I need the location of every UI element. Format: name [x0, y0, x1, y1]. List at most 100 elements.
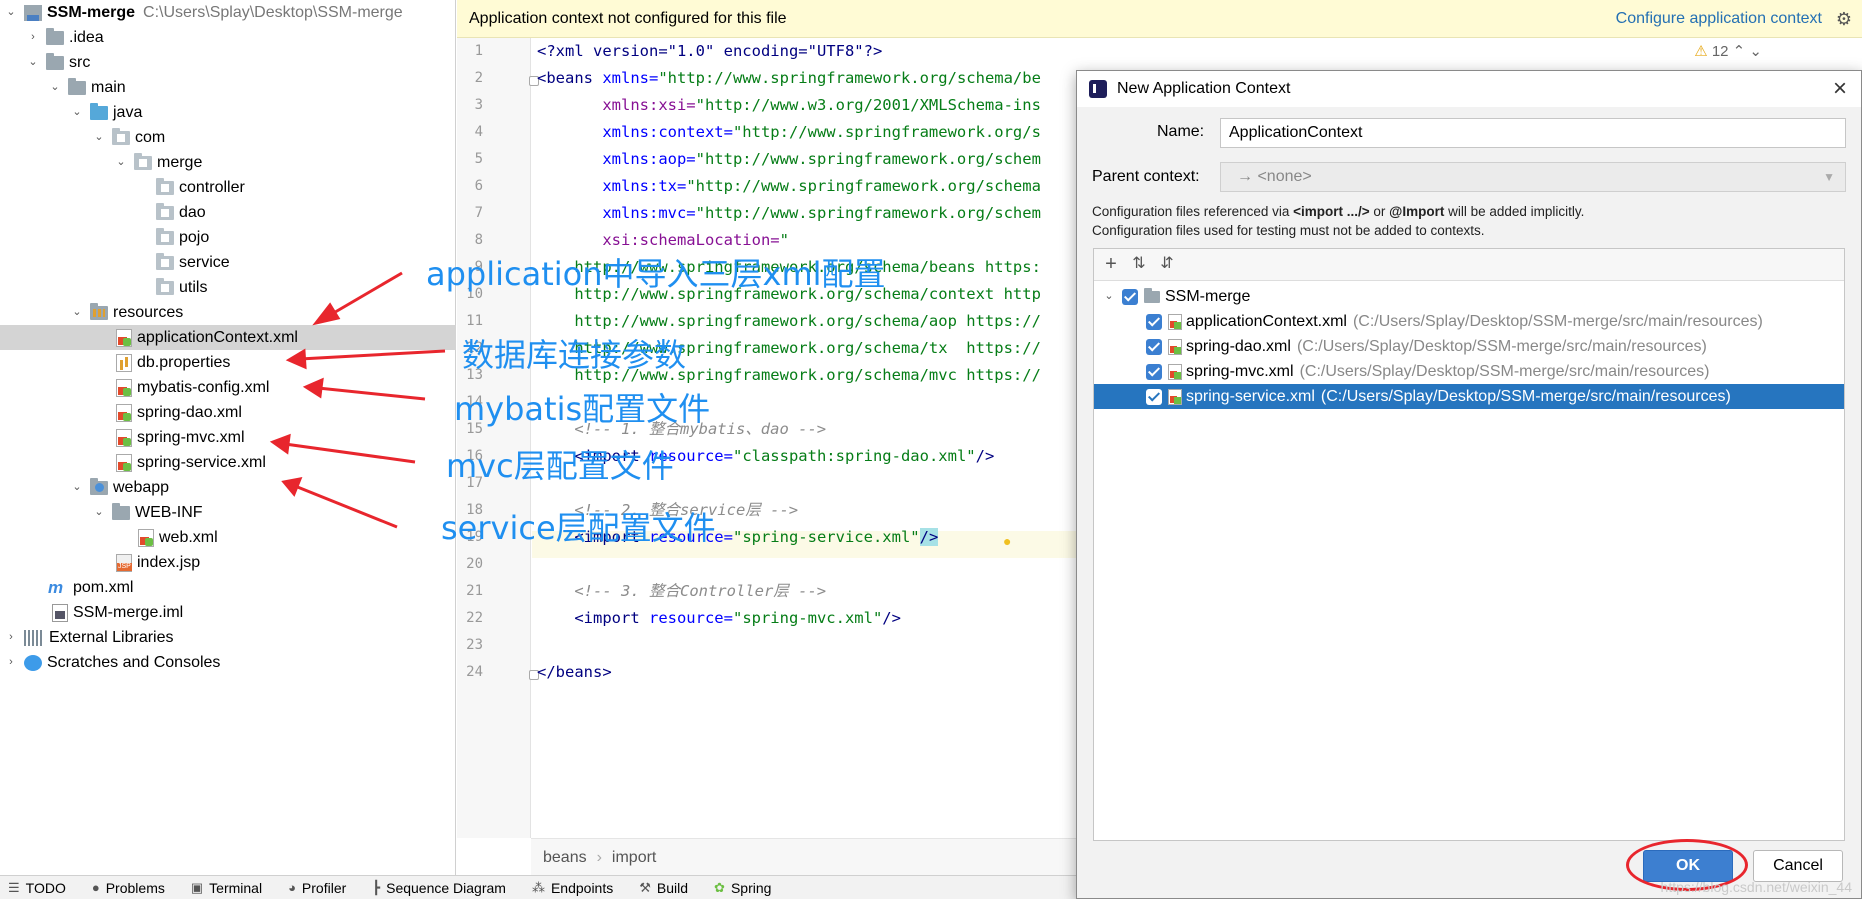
tree-item-webapp[interactable]: ⌄ webapp	[0, 475, 456, 500]
tree-item-src[interactable]: ⌄ src	[0, 50, 456, 75]
todo-button[interactable]: ☰ TODO	[8, 880, 66, 896]
spring-xml-icon	[1168, 363, 1182, 380]
annotation-label: 数据库连接参数	[462, 336, 687, 374]
collapse-all-icon[interactable]: ⇵	[1156, 253, 1178, 275]
checkbox-checked[interactable]	[1146, 388, 1162, 405]
chevron-down-icon[interactable]: ⌄	[114, 150, 128, 175]
chevron-right-icon[interactable]: ›	[4, 625, 18, 650]
tree-item-java[interactable]: ⌄ java	[0, 100, 456, 125]
file-row[interactable]: spring-mvc.xml (C:/Users/Splay/Desktop/SS…	[1094, 359, 1844, 384]
code-line[interactable]: xmlns:aop="http://www.springframework.or…	[537, 146, 1041, 173]
tree-item-db-properties[interactable]: db.properties	[0, 350, 456, 375]
spring-button[interactable]: ✿ Spring	[714, 880, 771, 896]
line-number: 20	[466, 556, 483, 572]
source-folder-icon	[90, 102, 108, 120]
tree-item-external-libraries[interactable]: › External Libraries	[0, 625, 456, 650]
tree-item-web-inf[interactable]: ⌄ WEB-INF	[0, 500, 456, 525]
parent-context-select[interactable]: → <none> ▼	[1220, 162, 1846, 192]
tree-item-project-root[interactable]: ⌄ SSM-merge C:\Users\Splay\Desktop\SSM-mer…	[0, 0, 456, 25]
breadcrumb-item[interactable]: import	[612, 849, 656, 866]
code-line[interactable]: xmlns:tx="http://www.springframework.org…	[537, 173, 1041, 200]
code-line[interactable]: <beans xmlns="http://www.springframework…	[537, 65, 1041, 92]
profiler-button[interactable]: ◕ Profiler	[288, 880, 346, 896]
file-row[interactable]: spring-dao.xml (C:/Users/Splay/Desktop/SS…	[1094, 334, 1844, 359]
warning-icon: ⚠	[1694, 43, 1708, 60]
config-files-tree: + ⇅ ⇵ ⌄ SSM-merge applicationContext.xml(…	[1093, 248, 1845, 841]
tree-item-dao[interactable]: dao	[0, 200, 456, 225]
tree-item-service[interactable]: service	[0, 250, 456, 275]
cancel-button[interactable]: Cancel	[1753, 850, 1843, 882]
sequence-diagram-button[interactable]: ┣ Sequence Diagram	[372, 880, 506, 896]
problems-button[interactable]: ● Problems	[92, 880, 165, 896]
tree-item-index-jsp[interactable]: index.jsp	[0, 550, 456, 575]
tree-item-web-xml[interactable]: web.xml	[0, 525, 456, 550]
new-application-context-dialog: New Application Context × Name: Applicat…	[1076, 70, 1862, 899]
library-icon	[24, 629, 44, 646]
configure-context-link[interactable]: Configure application context	[1616, 0, 1822, 38]
package-icon	[156, 177, 174, 195]
name-input[interactable]: ApplicationContext	[1220, 118, 1846, 148]
file-row-selected[interactable]: spring-service.xml (C:/Users/Splay/Deskto…	[1094, 384, 1844, 409]
code-line[interactable]: </beans>	[537, 659, 612, 686]
checkbox-checked[interactable]	[1146, 363, 1162, 380]
tree-item-pom[interactable]: m pom.xml	[0, 575, 456, 600]
tree-item-pojo[interactable]: pojo	[0, 225, 456, 250]
tree-item-iml[interactable]: SSM-merge.iml	[0, 600, 456, 625]
file-row[interactable]: applicationContext.xml (C:/Users/Splay/De…	[1094, 309, 1844, 334]
line-number: 6	[474, 178, 483, 194]
endpoints-button[interactable]: ⁂ Endpoints	[532, 880, 613, 896]
line-number: 22	[466, 610, 483, 626]
info-implicit-imports: Configuration files referenced via <impo…	[1092, 204, 1585, 219]
close-icon[interactable]: ×	[1833, 71, 1847, 107]
tree-item-main[interactable]: ⌄ main	[0, 75, 456, 100]
chevron-down-icon[interactable]: ⌄	[70, 300, 84, 325]
tree-item-utils[interactable]: utils	[0, 275, 456, 300]
breadcrumb-item[interactable]: beans	[543, 849, 587, 866]
chevron-down-icon[interactable]: ⌄	[92, 500, 106, 525]
checkbox-checked[interactable]	[1146, 338, 1162, 355]
code-line[interactable]: xmlns:mvc="http://www.springframework.or…	[537, 200, 1041, 227]
tree-item-merge[interactable]: ⌄ merge	[0, 150, 456, 175]
checkbox-checked[interactable]	[1122, 288, 1138, 305]
chevron-down-icon[interactable]: ⌄	[48, 75, 62, 100]
warning-indicator[interactable]: ⚠ 12 ⌃ ⌄	[1694, 42, 1762, 60]
terminal-button[interactable]: ▣ Terminal	[191, 880, 262, 896]
lightbulb-icon[interactable]: ●	[1003, 533, 1015, 549]
code-line[interactable]: <!-- 3. 整合Controller层 -->	[537, 578, 826, 605]
endpoints-icon: ⁂	[531, 879, 545, 895]
code-line[interactable]: <?xml version="1.0" encoding="UTF8"?>	[537, 38, 882, 65]
tree-item-com[interactable]: ⌄ com	[0, 125, 456, 150]
tree-item-applicationcontext[interactable]: applicationContext.xml	[0, 325, 456, 350]
file-tree-root[interactable]: ⌄ SSM-merge	[1094, 284, 1844, 309]
code-line[interactable]: xmlns:xsi="http://www.w3.org/2001/XMLSch…	[537, 92, 1041, 119]
annotation-label: mybatis配置文件	[454, 390, 711, 428]
chevron-down-icon[interactable]: ⌄	[70, 475, 84, 500]
chevron-down-icon[interactable]: ⌄	[1102, 284, 1116, 309]
tree-item-spring-service[interactable]: spring-service.xml	[0, 450, 456, 475]
tree-item-idea[interactable]: › .idea	[0, 25, 456, 50]
chevron-down-icon[interactable]: ⌄	[26, 50, 40, 75]
line-number: 21	[466, 583, 483, 599]
chevron-down-icon[interactable]: ⌄	[4, 0, 18, 25]
code-line[interactable]: xmlns:context="http://www.springframewor…	[537, 119, 1041, 146]
build-button[interactable]: ⚒ Build	[639, 880, 688, 896]
chevron-down-icon[interactable]: ⌄	[70, 100, 84, 125]
tree-item-resources[interactable]: ⌄ resources	[0, 300, 456, 325]
gear-icon[interactable]: ⚙	[1836, 0, 1852, 38]
line-gutter: 1 2 3 4 5 6 7 8 9 10 11 12 13 14 15 16 1…	[457, 38, 531, 838]
expand-all-icon[interactable]: ⇅	[1128, 253, 1150, 275]
tree-item-spring-dao[interactable]: spring-dao.xml	[0, 400, 456, 425]
tree-item-scratches[interactable]: › Scratches and Consoles	[0, 650, 456, 675]
chevron-right-icon[interactable]: ›	[26, 25, 40, 50]
notification-banner: Application context not configured for t…	[457, 0, 1862, 38]
code-line[interactable]: <import resource="spring-mvc.xml"/>	[537, 605, 901, 632]
chevron-down-icon[interactable]: ⌄	[92, 125, 106, 150]
tree-item-spring-mvc[interactable]: spring-mvc.xml	[0, 425, 456, 450]
add-icon[interactable]: +	[1100, 253, 1122, 275]
tree-item-mybatis-config[interactable]: mybatis-config.xml	[0, 375, 456, 400]
profiler-icon: ◕	[288, 880, 296, 895]
checkbox-checked[interactable]	[1146, 313, 1162, 330]
tree-item-controller[interactable]: controller	[0, 175, 456, 200]
arrow-right-icon: →	[1237, 168, 1253, 185]
chevron-right-icon[interactable]: ›	[4, 650, 18, 675]
